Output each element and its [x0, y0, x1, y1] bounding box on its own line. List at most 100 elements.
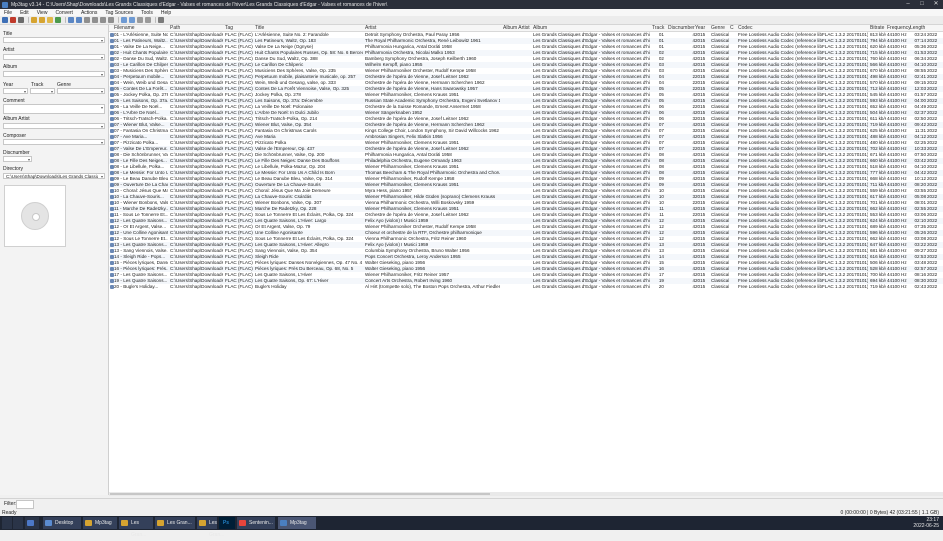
menu-view[interactable]: View	[33, 10, 52, 16]
column-header-album[interactable]: Album	[533, 25, 547, 31]
column-header-codec[interactable]: Codec	[738, 25, 752, 31]
start-button[interactable]	[2, 517, 12, 529]
toolbar-separator	[118, 17, 119, 23]
menu-actions[interactable]: Actions	[77, 10, 101, 16]
discnumber-field[interactable]: ▾	[3, 156, 32, 162]
folder-icon	[45, 520, 52, 526]
menu-edit[interactable]: Edit	[16, 10, 33, 16]
chevron-down-icon[interactable]: ▾	[101, 38, 103, 43]
column-header-title[interactable]: Title	[255, 25, 264, 31]
column-header-length[interactable]: Length	[910, 25, 925, 31]
browser-icon	[239, 520, 246, 526]
menu-tools[interactable]: Tools	[137, 10, 157, 16]
taskbar-item[interactable]: Les Gran...	[197, 517, 224, 538]
column-header-year[interactable]: Year	[695, 25, 705, 31]
chevron-down-icon[interactable]: ▾	[24, 89, 26, 94]
column-header-discnumber[interactable]: Discnumber	[668, 25, 695, 31]
search-button[interactable]	[13, 517, 23, 529]
taskbar-item[interactable]: Ps	[219, 517, 235, 529]
cell-length: 02:43	[914, 284, 927, 289]
text-file-icon[interactable]	[92, 17, 98, 23]
app-icon	[2, 1, 8, 8]
column-header-comment[interactable]: C	[730, 25, 734, 31]
menu-tag-sources[interactable]: Tag Sources	[101, 10, 137, 16]
quick-actions-icon[interactable]	[129, 17, 135, 23]
taskbar-item[interactable]: Sentenin...	[237, 517, 275, 529]
cell-artist: Al Hirt (trompette solo), The Boston Pop…	[365, 284, 500, 289]
column-header-album-artist[interactable]: Album Artist	[503, 25, 530, 31]
chevron-down-icon[interactable]: ▾	[51, 89, 53, 94]
cover-art[interactable]	[4, 185, 66, 247]
directory-label: Directory	[3, 166, 24, 172]
minimize-button[interactable]: –	[901, 0, 915, 9]
chevron-down-icon[interactable]: ▾	[101, 140, 103, 145]
scrollbar-thumb[interactable]	[110, 493, 490, 495]
playlist-icon[interactable]	[108, 17, 114, 23]
genre-field[interactable]: ▾	[57, 88, 105, 94]
toolbar	[0, 16, 943, 25]
cell-bitrate: 719 kb/s	[870, 284, 886, 289]
tag-sources-icon[interactable]	[137, 17, 143, 23]
chevron-down-icon[interactable]: ▾	[101, 174, 103, 179]
column-header-path[interactable]: Path	[170, 25, 180, 31]
album-artist-field[interactable]: ▾	[3, 123, 105, 129]
tag-to-tag-icon[interactable]	[84, 17, 90, 23]
chevron-down-icon[interactable]: ▾	[101, 89, 103, 94]
cell-genre: Classical	[711, 284, 729, 289]
clock-date: 2022-06-25	[913, 523, 939, 529]
remove-tag-icon[interactable]	[10, 17, 16, 23]
comment-field[interactable]: ▾	[3, 104, 105, 114]
track-field[interactable]: ▾	[30, 88, 55, 94]
chevron-down-icon[interactable]: ▾	[101, 105, 103, 110]
taskbar-item[interactable]: Les Gran...	[155, 517, 195, 529]
column-header-tag[interactable]: Tag	[225, 25, 233, 31]
add-folder-icon[interactable]	[39, 17, 45, 23]
filter-input[interactable]	[16, 500, 34, 509]
open-folder-icon[interactable]	[31, 17, 37, 23]
filename-to-tag-icon[interactable]	[76, 17, 82, 23]
column-header-artist[interactable]: Artist	[365, 25, 376, 31]
task-view-icon	[27, 520, 34, 526]
actions-icon[interactable]	[121, 17, 127, 23]
favorite-folder-icon[interactable]	[47, 17, 53, 23]
taskbar-item[interactable]: Les Gran...	[119, 517, 153, 538]
menu-help[interactable]: Help	[157, 10, 175, 16]
column-header-frequency[interactable]: Frequency	[887, 25, 911, 31]
taskbar-item[interactable]: Mp3tag	[83, 517, 117, 529]
close-button[interactable]: ✕	[929, 0, 943, 9]
directory-field[interactable]: C:\Users\Shap\Downloads\Les Grands Class…	[3, 173, 105, 179]
year-field[interactable]: ▾	[3, 88, 28, 94]
file-row[interactable]: 20 - Bugle's Holiday... C:\Users\Shap\Dow…	[109, 284, 943, 290]
export-icon[interactable]	[100, 17, 106, 23]
horizontal-scrollbar[interactable]	[109, 492, 943, 496]
column-header-filename[interactable]: Filename	[114, 25, 135, 31]
options-icon[interactable]	[158, 17, 164, 23]
menu-convert[interactable]: Convert	[51, 10, 77, 16]
folder-icon	[157, 520, 164, 526]
chevron-down-icon[interactable]: ▾	[101, 55, 103, 60]
cell-tag: FLAC (FLAC)	[225, 284, 253, 289]
column-header-track[interactable]: Track	[652, 25, 664, 31]
maximize-button[interactable]: □	[915, 0, 929, 9]
chevron-down-icon[interactable]: ▾	[28, 157, 30, 162]
undo-icon[interactable]	[18, 17, 24, 23]
column-header-genre[interactable]: Genre	[711, 25, 725, 31]
menu-file[interactable]: File	[0, 10, 16, 16]
album-field[interactable]: ▾	[3, 71, 105, 77]
tag-to-filename-icon[interactable]	[68, 17, 74, 23]
chevron-down-icon[interactable]: ▾	[101, 72, 103, 77]
taskbar-item[interactable]: Desktop	[43, 517, 81, 529]
freedb-icon[interactable]	[145, 17, 151, 23]
title-field[interactable]: ▾	[3, 37, 105, 43]
cell-track: 20	[658, 284, 664, 289]
task-view-button[interactable]	[25, 517, 39, 529]
refresh-icon[interactable]	[55, 17, 61, 23]
chevron-down-icon[interactable]: ▾	[101, 124, 103, 129]
save-icon[interactable]	[2, 17, 8, 23]
column-header-bitrate[interactable]: Bitrate	[870, 25, 884, 31]
composer-field[interactable]: ▾	[3, 139, 105, 145]
app-icon	[280, 520, 287, 526]
taskbar-item-active[interactable]: Mp3tag	[278, 517, 316, 529]
artist-field[interactable]: ▾	[3, 54, 105, 60]
system-clock[interactable]: 23:17 2022-06-25	[913, 517, 939, 529]
